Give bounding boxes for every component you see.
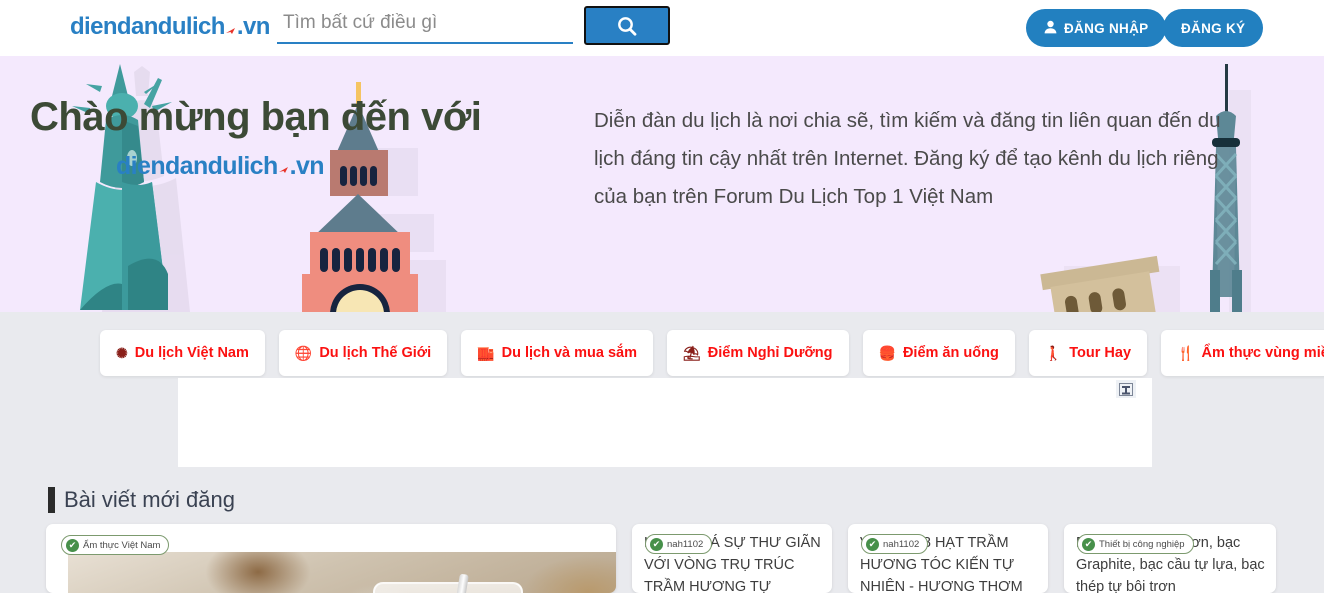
category-button-1[interactable]: 🌐 Du lịch Thế Giới bbox=[279, 330, 447, 376]
jar-shape bbox=[373, 582, 523, 593]
category-badge[interactable]: ✔ Ẩm thực Việt Nam bbox=[61, 535, 169, 555]
shopping-icon: 🏬 bbox=[477, 346, 494, 360]
login-label: ĐĂNG NHẬP bbox=[1064, 21, 1148, 36]
hero-banner: Chào mừng bạn đến với diendandulich .vn D… bbox=[0, 56, 1324, 312]
site-logo-text: diendandulich bbox=[70, 13, 225, 40]
section-accent-bar bbox=[48, 487, 55, 513]
search-input[interactable] bbox=[277, 8, 573, 44]
badge-label: nah1102 bbox=[883, 539, 919, 550]
site-logo[interactable]: diendandulich .vn bbox=[70, 13, 270, 41]
category-button-4[interactable]: 🍔 Điểm ăn uống bbox=[863, 330, 1015, 376]
signup-button[interactable]: ĐĂNG KÝ bbox=[1163, 9, 1263, 47]
verified-check-icon: ✔ bbox=[1082, 538, 1095, 551]
category-label: Du lịch Việt Nam bbox=[135, 345, 249, 361]
badge-label: nah1102 bbox=[667, 539, 703, 550]
login-button[interactable]: ĐĂNG NHẬP bbox=[1026, 9, 1166, 47]
category-label: Tour Hay bbox=[1069, 345, 1131, 361]
site-logo-suffix: .vn bbox=[237, 13, 270, 40]
category-label: Điểm Nghỉ Dưỡng bbox=[708, 345, 833, 361]
category-button-3[interactable]: ⛱ Điểm Nghỉ Dưỡng bbox=[667, 330, 849, 376]
badge-label: Ẩm thực Việt Nam bbox=[83, 540, 160, 551]
utensils-icon: 🍴 bbox=[1177, 346, 1194, 360]
logo-arrow-icon bbox=[225, 24, 237, 36]
sun-icon: ✺ bbox=[116, 346, 128, 360]
category-label: Ẩm thực vùng miền bbox=[1201, 345, 1324, 361]
category-badge[interactable]: ✔ nah1102 bbox=[861, 534, 928, 554]
category-nav: ✺ Du lịch Việt Nam 🌐 Du lịch Thế Giới 🏬 Du lị… bbox=[0, 330, 1324, 376]
article-card[interactable]: ✔ Ẩm thực Việt Nam bbox=[46, 524, 616, 593]
verified-check-icon: ✔ bbox=[866, 538, 879, 551]
user-icon bbox=[1044, 20, 1057, 37]
search-box bbox=[277, 8, 573, 48]
category-button-0[interactable]: ✺ Du lịch Việt Nam bbox=[100, 330, 265, 376]
verified-check-icon: ✔ bbox=[66, 539, 79, 552]
article-card[interactable]: Bạc đồng tự bôi trơn, bạc Graphite, bạc … bbox=[1064, 524, 1276, 593]
category-label: Du lịch và mua sắm bbox=[502, 345, 637, 361]
hero-brand: diendandulich .vn bbox=[116, 152, 550, 181]
hero-description: Diễn đàn du lịch là nơi chia sẽ, tìm kiế… bbox=[594, 102, 1244, 216]
category-label: Du lịch Thế Giới bbox=[319, 345, 431, 361]
badge-label: Thiết bị công nghiệp bbox=[1099, 539, 1185, 550]
category-button-5[interactable]: 🚶 Tour Hay bbox=[1029, 330, 1147, 376]
page-title: Bài viết mới đăng bbox=[64, 487, 235, 513]
hero-logo-arrow-icon bbox=[278, 154, 290, 166]
hamburger-icon: 🍔 bbox=[879, 346, 896, 360]
category-label: Điểm ăn uống bbox=[903, 345, 999, 361]
umbrella-beach-icon: ⛱ bbox=[683, 346, 701, 360]
hiking-icon: 🚶 bbox=[1045, 346, 1062, 360]
search-icon bbox=[615, 14, 639, 38]
category-badge[interactable]: ✔ Thiết bị công nghiệp bbox=[1077, 534, 1194, 554]
category-button-2[interactable]: 🏬 Du lịch và mua sắm bbox=[461, 330, 653, 376]
broken-image-icon bbox=[1116, 380, 1136, 398]
hero-brand-text: diendandulich bbox=[116, 152, 278, 180]
article-thumbnail bbox=[68, 552, 616, 593]
hero-title: Chào mừng bạn đến với bbox=[30, 94, 550, 140]
globe-icon: 🌐 bbox=[295, 346, 312, 360]
article-card-list: ✔ Ẩm thực Việt Nam KHÁM PHÁ SỰ THƯ GIÃN VỚ… bbox=[46, 524, 1324, 593]
category-button-6[interactable]: 🍴 Ẩm thực vùng miền bbox=[1161, 330, 1324, 376]
verified-check-icon: ✔ bbox=[650, 538, 663, 551]
colosseum-illustration bbox=[1030, 248, 1190, 312]
article-card[interactable]: VÒNG 108 HẠT TRẦM HƯƠNG TÓC KIẾN TỰ NHIÊ… bbox=[848, 524, 1048, 593]
category-badge[interactable]: ✔ nah1102 bbox=[645, 534, 712, 554]
ad-panel bbox=[178, 378, 1152, 467]
site-header: diendandulich .vn ĐĂNG NHẬP ĐĂNG KÝ bbox=[0, 0, 1324, 56]
article-card[interactable]: KHÁM PHÁ SỰ THƯ GIÃN VỚI VÒNG TRỤ TRÚC T… bbox=[632, 524, 832, 593]
search-button[interactable] bbox=[584, 6, 670, 45]
section-header: Bài viết mới đăng bbox=[48, 487, 235, 513]
hero-brand-suffix: .vn bbox=[290, 152, 324, 180]
signup-label: ĐĂNG KÝ bbox=[1181, 21, 1245, 36]
hero-left-column: Chào mừng bạn đến với diendandulich .vn bbox=[30, 94, 550, 181]
